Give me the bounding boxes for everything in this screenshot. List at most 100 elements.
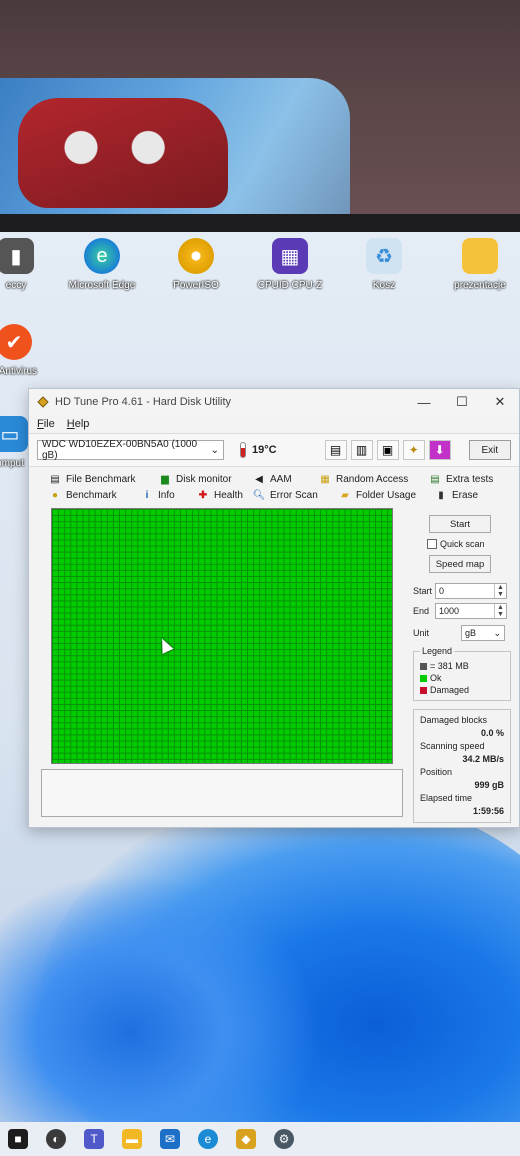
poweriso-icon (178, 238, 214, 274)
health-icon: ✚ (198, 489, 208, 501)
download-icon[interactable]: ⬇ (428, 440, 451, 460)
thermometer-icon (240, 442, 247, 458)
file-explorer-icon[interactable]: ▬ (122, 1129, 142, 1149)
checkbox-box (427, 539, 437, 549)
taskbar: ■ ◐ T ▬ ✉ e ◆ ⚙ (0, 1122, 520, 1156)
recycle-bin-icon: ♻ (366, 238, 402, 274)
settings-icon[interactable]: ⚙ (274, 1129, 294, 1149)
edge-icon: e (84, 238, 120, 274)
random-access-icon: ▦ (320, 473, 330, 485)
toolbar-icons: ▤ ▥ ▣ ✦ ⬇ (324, 440, 451, 460)
position-value: 999 gB (474, 780, 504, 790)
desktop-icon-cpuz[interactable]: ▦ CPUID CPU-Z (250, 238, 330, 291)
temperature-display: 19°C (240, 442, 277, 458)
start-input[interactable]: 0 ▲ ▼ (435, 583, 507, 599)
teams-icon[interactable]: T (84, 1129, 104, 1149)
scan-stats: Damaged blocks 0.0 % Scanning speed 34.2… (413, 709, 511, 823)
extra-tests-icon: ▤ (430, 473, 440, 485)
damaged-blocks-label: Damaged blocks (420, 715, 488, 725)
erase-icon: ▮ (438, 489, 444, 501)
elapsed-time-value: 1:59:56 (472, 806, 504, 816)
menu-bar: File Help (29, 415, 519, 433)
unit-select[interactable]: gB ⌄ (461, 625, 505, 641)
tab-info[interactable]: i Info (141, 489, 197, 501)
legend-ok: Ok (420, 672, 504, 684)
drive-select-value: WDC WD10EZEX-00BN5A0 (1000 gB) (42, 439, 198, 461)
mail-icon[interactable]: ✉ (160, 1129, 180, 1149)
block-swatch (420, 662, 427, 670)
title-bar: HD Tune Pro 4.61 - Hard Disk Utility — ☐… (29, 389, 519, 415)
photo-background (0, 0, 520, 222)
disk-monitor-icon: ▆ (161, 473, 169, 485)
tab-health[interactable]: ✚ Health (197, 489, 253, 501)
tab-folder-usage[interactable]: ▰ Folder Usage (339, 489, 435, 501)
tab-aam[interactable]: ◀ AAM (253, 473, 319, 485)
info-icon: i (145, 489, 149, 501)
edge-icon[interactable]: e (198, 1129, 218, 1149)
menu-file[interactable]: File (37, 418, 55, 430)
elapsed-time-label: Elapsed time (420, 793, 473, 803)
desktop-icon-poweriso[interactable]: PowerISO (156, 238, 236, 291)
close-button[interactable]: ✕ (481, 389, 519, 415)
damaged-blocks-value: 0.0 % (480, 728, 504, 738)
copy-all-icon[interactable]: ▥ (350, 440, 373, 460)
start-button[interactable]: Start (429, 515, 491, 533)
save-icon[interactable]: ▣ (376, 440, 399, 460)
end-field-row: End 1000 ▲ ▼ (413, 603, 511, 619)
position-label: Position (420, 767, 453, 777)
speaker-icon: ◀ (255, 473, 263, 485)
cpuz-icon: ▦ (272, 238, 308, 274)
maximize-button[interactable]: ☐ (443, 389, 481, 415)
spinner-icon[interactable]: ▲ ▼ (494, 584, 506, 598)
tab-error-scan[interactable]: 🔍︎ Error Scan (253, 489, 339, 501)
scanning-speed-value: 34.2 MB/s (462, 754, 504, 764)
desktop-icon-eccy[interactable]: ▮ eccy (0, 238, 56, 291)
end-input[interactable]: 1000 ▲ ▼ (435, 603, 507, 619)
hdtune-app-icon (37, 396, 49, 408)
speed-map-button[interactable]: Speed map (429, 555, 491, 573)
tab-erase[interactable]: ▮ Erase (435, 489, 478, 501)
tab-row-1: ▤ File Benchmark ▆ Disk monitor ◀ AAM ▦ … (49, 471, 507, 487)
scan-block-grid (51, 508, 393, 764)
copy-info-icon[interactable]: ▤ (324, 440, 347, 460)
chevron-down-icon: ⌄ (210, 444, 220, 456)
menu-help[interactable]: Help (67, 418, 90, 430)
tab-disk-monitor[interactable]: ▆ Disk monitor (159, 473, 253, 485)
app-icon: ▮ (0, 238, 34, 274)
damaged-swatch (420, 686, 427, 694)
desktop-icon-edge[interactable]: e Microsoft Edge (62, 238, 142, 291)
exit-button[interactable]: Exit (468, 440, 511, 460)
tab-benchmark[interactable]: ● Benchmark (49, 489, 141, 501)
search-icon[interactable]: ◐ (46, 1129, 66, 1149)
temperature-value: 19°C (252, 444, 277, 456)
window-title: HD Tune Pro 4.61 - Hard Disk Utility (55, 396, 232, 408)
legend-damaged: Damaged (420, 684, 504, 696)
drive-select[interactable]: WDC WD10EZEX-00BN5A0 (1000 gB) ⌄ (37, 439, 225, 461)
folder-usage-icon: ▰ (341, 489, 349, 501)
hdtune-icon[interactable]: ◆ (236, 1129, 256, 1149)
legend-box: Legend = 381 MB Ok Damaged (413, 646, 511, 701)
spinner-icon[interactable]: ▲ ▼ (494, 604, 506, 618)
tab-extra-tests[interactable]: ▤ Extra tests (429, 473, 493, 485)
start-field-row: Start 0 ▲ ▼ (413, 583, 511, 599)
options-icon[interactable]: ✦ (402, 440, 425, 460)
computer-icon: ▭ (0, 416, 28, 452)
scan-side-panel: Start Quick scan Speed map Start 0 ▲ ▼ En… (413, 515, 511, 823)
minimize-button[interactable]: — (405, 389, 443, 415)
tab-file-benchmark[interactable]: ▤ File Benchmark (49, 473, 159, 485)
file-benchmark-icon: ▤ (50, 473, 60, 485)
antivirus-icon: ✔ (0, 324, 32, 360)
tab-bar: ▤ File Benchmark ▆ Disk monitor ◀ AAM ▦ … (29, 467, 519, 503)
tab-random-access[interactable]: ▦ Random Access (319, 473, 429, 485)
desktop-icon-recycle-bin[interactable]: ♻ Kosz (344, 238, 424, 291)
desktop-icon-antivirus[interactable]: ✔ e Antivirus (0, 324, 54, 377)
poster (0, 78, 350, 222)
error-scan-icon: 🔍︎ (252, 489, 266, 501)
start-icon[interactable]: ■ (8, 1129, 28, 1149)
quick-scan-checkbox[interactable]: Quick scan (427, 539, 511, 549)
ok-swatch (420, 674, 427, 682)
desktop-icon-folder[interactable]: prezentacje (440, 238, 520, 291)
chevron-down-icon: ⌄ (493, 627, 501, 638)
hdtune-window: HD Tune Pro 4.61 - Hard Disk Utility — ☐… (28, 388, 520, 828)
toolbar: WDC WD10EZEX-00BN5A0 (1000 gB) ⌄ 19°C ▤ … (29, 433, 519, 467)
